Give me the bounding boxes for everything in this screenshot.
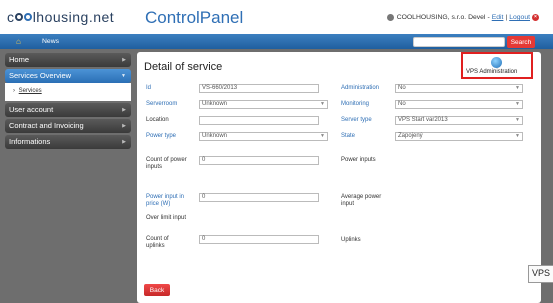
vps-administration-button[interactable]: VPS Administration xyxy=(461,52,533,79)
chevron-down-icon: ▼ xyxy=(320,101,325,107)
average-power-input-label: Average power input xyxy=(341,194,382,207)
serverroom-label: Serverroom xyxy=(146,101,178,107)
server-type-select[interactable]: VPS Start var2013 ▼ xyxy=(395,116,523,125)
state-value: Zapojený xyxy=(398,133,423,139)
app-title: ControlPanel xyxy=(145,8,244,27)
serverroom-select[interactable]: Unknown ▼ xyxy=(199,100,328,109)
power-input-price-field[interactable]: 0 xyxy=(199,193,319,202)
tooltip: VPS xyxy=(528,265,553,283)
user-icon xyxy=(386,14,394,21)
state-label: State xyxy=(341,133,356,139)
sidebar-item-user-account[interactable]: User account ▶ xyxy=(5,103,131,117)
search-input[interactable] xyxy=(413,37,505,47)
bullet-icon: › xyxy=(13,88,15,94)
logo-text-prefix: c xyxy=(7,9,15,25)
chevron-down-icon: ▼ xyxy=(515,117,520,123)
sidebar-subitem-services: › Services xyxy=(5,83,131,101)
sidebar-item-label: Informations xyxy=(9,137,51,146)
monitoring-value: No xyxy=(398,101,406,107)
id-label: Id xyxy=(146,85,152,91)
count-uplinks-label: Count of uplinks xyxy=(146,236,169,249)
state-select[interactable]: Zapojený ▼ xyxy=(395,132,523,141)
sidebar-item-label: User account xyxy=(9,105,54,114)
count-uplinks-field[interactable]: 0 xyxy=(199,235,319,244)
sidebar-item-contract-invoicing[interactable]: Contract and Invoicing ▶ xyxy=(5,119,131,133)
sidebar-item-services-overview[interactable]: Services Overview ▼ xyxy=(5,69,131,83)
logo-oo-icon xyxy=(15,13,32,21)
chevron-right-icon: ▶ xyxy=(122,139,126,145)
logout-icon[interactable]: × xyxy=(532,14,539,21)
chevron-down-icon: ▼ xyxy=(515,101,520,107)
user-name: COOLHOUSING, s.r.o. Devel xyxy=(396,14,486,21)
monitoring-select[interactable]: No ▼ xyxy=(395,100,523,109)
sidebar: Home ▶ Services Overview ▼ › Services Us… xyxy=(5,53,131,151)
server-type-label: Server type xyxy=(341,117,372,123)
navbar: ⌂ News Search xyxy=(0,34,553,49)
header: c lhousing.net ControlPanel COOLHOUSING,… xyxy=(0,0,553,34)
power-type-value: Unknown xyxy=(202,133,228,139)
location-label: Location xyxy=(146,117,169,123)
power-input-price-label: Power input in price (W) xyxy=(146,194,185,207)
chevron-down-icon: ▼ xyxy=(121,73,126,79)
power-type-select[interactable]: Unknown ▼ xyxy=(199,132,328,141)
administration-select[interactable]: No ▼ xyxy=(395,84,523,93)
chevron-right-icon: ▶ xyxy=(122,107,126,113)
logo-text-suffix: lhousing.net xyxy=(32,9,115,25)
power-inputs-label: Power inputs xyxy=(341,157,376,163)
id-field[interactable]: VS-660/2013 xyxy=(199,84,319,93)
pipe-separator: | xyxy=(505,14,508,21)
nav-news[interactable]: News xyxy=(42,38,59,45)
search-button[interactable]: Search xyxy=(507,36,535,48)
chevron-right-icon: ▶ xyxy=(122,123,126,129)
separator: - xyxy=(487,14,490,21)
chevron-right-icon: ▶ xyxy=(122,57,126,63)
administration-value: No xyxy=(398,85,406,91)
sidebar-item-home[interactable]: Home ▶ xyxy=(5,53,131,67)
back-button[interactable]: Back xyxy=(144,284,170,296)
user-bar: COOLHOUSING, s.r.o. Devel - Edit | Logou… xyxy=(386,14,539,21)
sidebar-item-label: Contract and Invoicing xyxy=(9,121,84,130)
vps-admin-label: VPS Administration xyxy=(466,69,518,75)
main-panel: Detail of service VPS Administration Id … xyxy=(137,52,541,303)
vps-admin-icon xyxy=(491,57,502,68)
monitoring-label: Monitoring xyxy=(341,101,370,107)
server-type-value: VPS Start var2013 xyxy=(398,117,448,123)
sidebar-subitem-link[interactable]: Services xyxy=(19,88,42,94)
sidebar-item-informations[interactable]: Informations ▶ xyxy=(5,135,131,149)
count-power-inputs-field[interactable]: 0 xyxy=(199,156,319,165)
sidebar-item-label: Home xyxy=(9,55,30,64)
count-power-inputs-label: Count of power inputs xyxy=(146,157,187,170)
sidebar-item-label: Services Overview xyxy=(9,71,72,80)
logout-link[interactable]: Logout xyxy=(509,14,530,21)
chevron-down-icon: ▼ xyxy=(320,133,325,139)
over-limit-label: Over limit input xyxy=(146,215,187,221)
location-field[interactable] xyxy=(199,116,319,125)
edit-link[interactable]: Edit xyxy=(492,14,504,21)
chevron-down-icon: ▼ xyxy=(515,133,520,139)
chevron-down-icon: ▼ xyxy=(515,85,520,91)
serverroom-value: Unknown xyxy=(202,101,228,107)
administration-label: Administration xyxy=(341,85,380,91)
power-type-label: Power type xyxy=(146,133,177,139)
logo[interactable]: c lhousing.net xyxy=(7,9,114,25)
home-icon[interactable]: ⌂ xyxy=(16,37,21,46)
uplinks-label: Uplinks xyxy=(341,237,361,243)
page-title: Detail of service xyxy=(144,61,223,73)
